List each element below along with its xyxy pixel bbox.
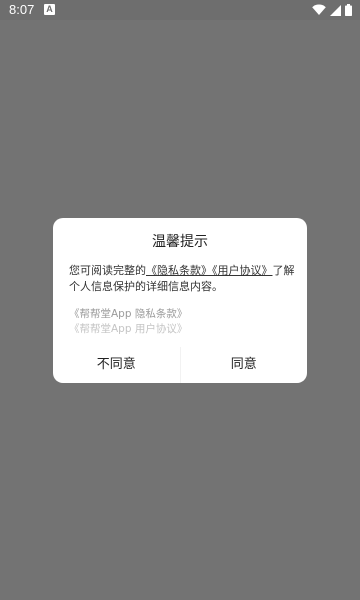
status-time: 8:07 — [9, 2, 35, 17]
battery-icon — [345, 4, 352, 16]
cell-signal-icon — [330, 4, 341, 16]
decline-button[interactable]: 不同意 — [53, 347, 180, 383]
dialog-message: 您可阅读完整的《隐私条款》《用户协议》了解个人信息保护的详细信息内容。 — [69, 263, 295, 295]
status-icons — [312, 3, 352, 17]
wifi-icon — [312, 4, 326, 16]
message-prefix: 您可阅读完整的 — [69, 264, 146, 277]
privacy-policy-link[interactable]: 《隐私条款》 — [146, 264, 212, 277]
status-bar: 8:07 A — [0, 0, 360, 20]
privacy-policy-list-item[interactable]: 《帮帮堂App 隐私条款》 — [69, 307, 295, 322]
user-agreement-link[interactable]: 《用户协议》 — [212, 264, 273, 277]
privacy-dialog: 温馨提示 您可阅读完整的《隐私条款》《用户协议》了解个人信息保护的详细信息内容。… — [53, 218, 307, 383]
user-agreement-list-item[interactable]: 《帮帮堂App 用户协议》 — [69, 322, 295, 337]
dialog-button-row: 不同意 同意 — [53, 347, 307, 383]
notification-icon: A — [44, 4, 55, 15]
accept-button[interactable]: 同意 — [181, 347, 308, 383]
document-list: 《帮帮堂App 隐私条款》 《帮帮堂App 用户协议》 — [69, 307, 295, 337]
dialog-title: 温馨提示 — [152, 234, 208, 250]
